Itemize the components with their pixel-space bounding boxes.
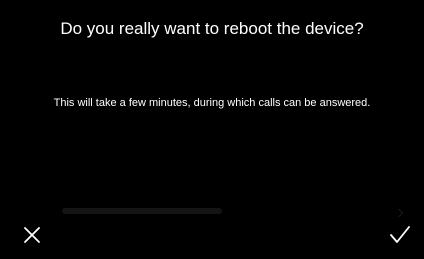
close-icon <box>24 227 40 243</box>
reboot-confirm-dialog: Do you really want to reboot the device?… <box>0 0 424 259</box>
cancel-button[interactable] <box>16 219 48 251</box>
chevron-right-icon <box>394 208 404 218</box>
dialog-message: This will take a few minutes, during whi… <box>53 97 371 109</box>
background-list-item <box>62 208 222 214</box>
dialog-title: Do you really want to reboot the device? <box>60 19 364 38</box>
confirm-button[interactable] <box>384 219 416 251</box>
checkmark-icon <box>390 226 410 243</box>
